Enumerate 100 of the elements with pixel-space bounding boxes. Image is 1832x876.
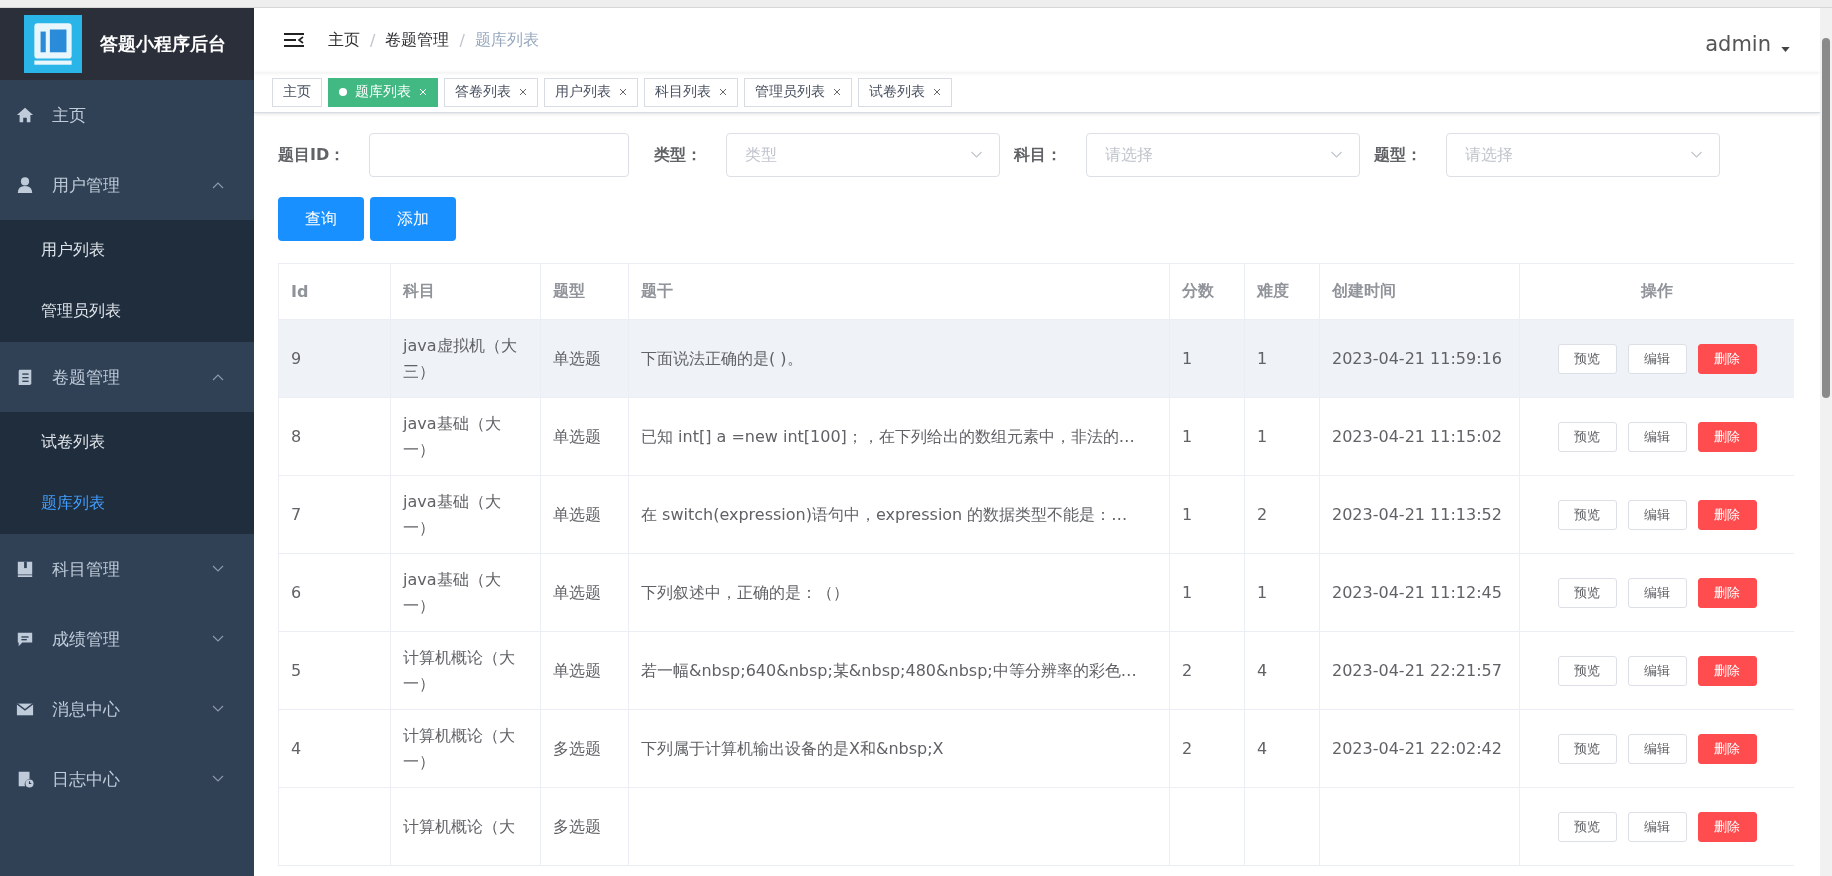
tab[interactable]: 主页 [272,77,322,107]
edit-button[interactable]: 编辑 [1627,733,1687,764]
user-icon [16,176,34,194]
close-icon[interactable] [833,88,841,96]
preview-button[interactable]: 预览 [1557,655,1617,686]
table-cell: 单选题 [553,582,601,602]
table-cell: 计算机概论（大 [403,816,515,836]
table-cell: 下面说法正确的是( )。 [641,348,803,368]
menu-icon[interactable] [284,32,304,48]
table-cell: 单选题 [553,660,601,680]
table-row[interactable]: 4 计算机概论（大一） 多选题 下列属于计算机输出设备的是X和&nbsp;X 2 4 2023-04-21 22:02:42 预览 编辑 删除 [278,709,1794,788]
submenu-item[interactable]: 用户列表 [0,220,254,281]
chevron-up-icon [212,181,224,189]
menu-item[interactable]: 消息中心 [0,674,254,744]
chevron-down-icon [212,635,224,643]
close-icon[interactable] [719,88,727,96]
table-cell: 已知 int[] a =new int[100]；，在下列给出的数组元素中，非法的… [641,426,1135,446]
table-cell: 计算机概论（大一） [403,725,515,771]
table-cell: java基础（大一） [403,413,501,459]
chevron-down-icon [1330,151,1344,159]
chevron-up-icon [212,373,224,381]
id-input-field[interactable] [369,133,630,177]
tab[interactable]: 试卷列表 [858,77,952,107]
close-icon[interactable] [519,88,527,96]
table-cell: java基础（大一） [403,491,501,537]
preview-button[interactable]: 预览 [1557,499,1617,530]
table-cell: 1 [1257,582,1268,602]
table-row[interactable]: 9 java虚拟机（大三） 单选题 下面说法正确的是( )。 1 1 2023-04-21 11:59:16 预览 编辑 删除 [278,319,1794,398]
preview-button[interactable]: 预览 [1557,811,1617,842]
preview-button[interactable]: 预览 [1557,343,1617,374]
table-cell: 下列叙述中，正确的是：（） [641,582,849,602]
table-row[interactable]: 7 java基础（大一） 单选题 在 switch(expression)语句中，expression 的数据类型不能是：… 1 2 2023-04-21 11:13:52 预览 编辑 删除 [278,475,1794,554]
table-cell: 2023-04-21 11:15:02 [1332,426,1502,446]
table-cell: 2023-04-21 11:59:16 [1332,348,1502,368]
table-cell: 8 [291,426,302,446]
edit-button[interactable]: 编辑 [1627,577,1687,608]
table-row[interactable]: 5 计算机概论（大一） 单选题 若一幅&nbsp;640&nbsp;某&nbsp;480&nbsp;中等分辨率的彩色… 2 4 2023-04-21 22:21:57 预览 编辑 删除 [278,631,1794,710]
table-row[interactable]: 6 java基础（大一） 单选题 下列叙述中，正确的是：（） 1 1 2023-04-21 11:12:45 预览 编辑 删除 [278,553,1794,632]
edit-button[interactable]: 编辑 [1627,811,1687,842]
menu-item[interactable]: 用户管理 [0,150,254,220]
home-icon [16,106,34,124]
submenu-item[interactable]: 管理员列表 [0,281,254,342]
breadcrumb-item[interactable]: 主页 [328,29,360,51]
tab[interactable]: 用户列表 [544,77,638,107]
scrollbar[interactable] [1820,8,1832,876]
table-cell: java虚拟机（大三） [403,335,517,381]
menu-item[interactable]: 卷题管理 [0,342,254,412]
menu-item[interactable]: 主页 [0,80,254,150]
table-cell: 计算机概论（大一） [403,647,515,693]
submenu-item[interactable]: 题库列表 [0,473,254,534]
table-cell: 单选题 [553,348,601,368]
menu-item[interactable]: 科目管理 [0,534,254,604]
app-title: 答题小程序后台 [100,32,226,56]
close-icon[interactable] [619,88,627,96]
tab[interactable]: 科目列表 [644,77,738,107]
chevron-down-icon [212,565,224,573]
table-cell: 2 [1257,504,1268,524]
chevron-down-icon [212,705,224,713]
preview-button[interactable]: 预览 [1557,421,1617,452]
column-header: 创建时间 [1319,263,1520,320]
chevron-down-icon [212,775,224,783]
dot-icon [339,88,347,96]
tab[interactable]: 管理员列表 [744,77,852,107]
column-header: 题干 [628,263,1170,320]
table-cell: 9 [291,348,302,368]
edit-button[interactable]: 编辑 [1627,655,1687,686]
table-cell: 7 [291,504,302,524]
table-cell: 1 [1182,426,1193,446]
chat-icon [16,630,34,648]
menu-item[interactable]: 日志中心 [0,744,254,814]
table-row[interactable]: 计算机概论（大 多选题 预览 编辑 删除 [278,787,1794,866]
column-header: 操作 [1519,263,1794,320]
preview-button[interactable]: 预览 [1557,577,1617,608]
table-cell: 1 [1182,582,1193,602]
column-header: 难度 [1244,263,1320,320]
menu-item[interactable]: 成绩管理 [0,604,254,674]
filter-label: 题目ID： [278,144,346,166]
scrollbar-thumb[interactable] [1822,38,1830,398]
edit-button[interactable]: 编辑 [1627,343,1687,374]
close-icon[interactable] [933,88,941,96]
edit-button[interactable]: 编辑 [1627,499,1687,530]
table-cell: 1 [1182,348,1193,368]
table-cell: 单选题 [553,426,601,446]
breadcrumb-item: 题库列表 [474,29,539,51]
document-icon [16,368,34,386]
breadcrumb-item[interactable]: 卷题管理 [385,29,450,51]
filter-label: 科目： [1014,144,1063,166]
table-cell: 2023-04-21 22:21:57 [1332,660,1502,680]
table-cell: 1 [1257,348,1268,368]
user-menu[interactable]: admin [1705,24,1790,56]
table-row[interactable]: 8 java基础（大一） 单选题 已知 int[] a =new int[100]；，在下列给出的数组元素中，非法的… 1 1 2023-04-21 11:15:02 预览 编辑 删除 [278,397,1794,476]
book-icon [16,560,34,578]
chevron-down-icon [1690,151,1704,159]
table-cell: 1 [1182,504,1193,524]
submenu-item[interactable]: 试卷列表 [0,412,254,473]
preview-button[interactable]: 预览 [1557,733,1617,764]
log-icon [16,770,34,788]
tab[interactable]: 答卷列表 [444,77,538,107]
filter-label: 类型： [654,144,703,166]
edit-button[interactable]: 编辑 [1627,421,1687,452]
